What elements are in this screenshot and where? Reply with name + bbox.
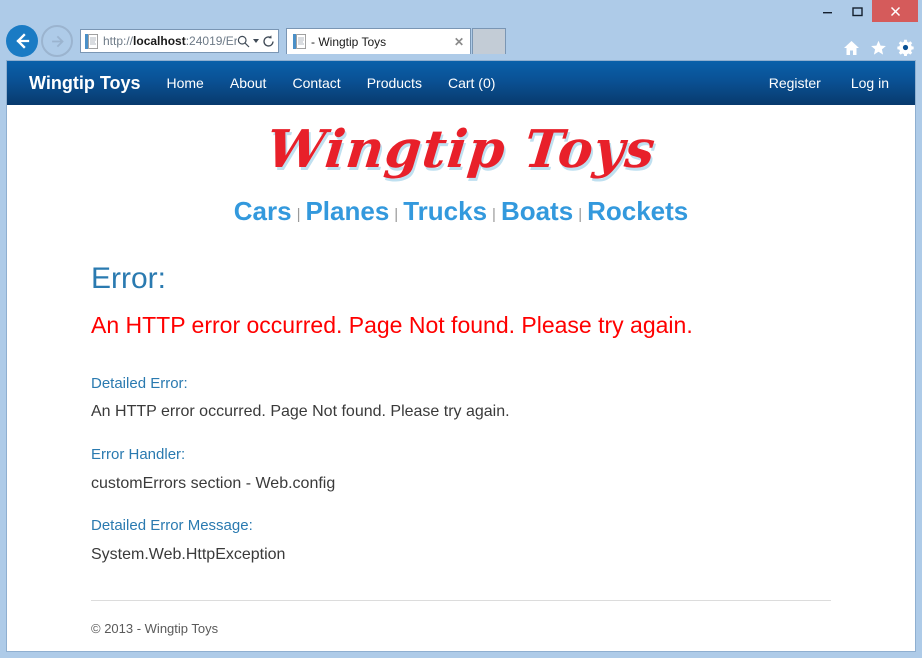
nav-link-register[interactable]: Register bbox=[769, 75, 821, 91]
browser-toolbar-icons bbox=[843, 39, 914, 56]
detailed-error-message-label: Detailed Error Message: bbox=[91, 516, 831, 536]
favorites-star-icon[interactable] bbox=[870, 40, 887, 56]
window-caption-buttons bbox=[812, 0, 918, 22]
back-arrow-icon[interactable] bbox=[6, 25, 38, 57]
nav-link-about[interactable]: About bbox=[230, 75, 267, 91]
nav-link-home[interactable]: Home bbox=[167, 75, 204, 91]
page-icon bbox=[85, 34, 98, 49]
error-handler-value: customErrors section - Web.config bbox=[91, 474, 831, 495]
category-link-cars[interactable]: Cars bbox=[234, 196, 292, 227]
tab-close-icon[interactable]: ✕ bbox=[452, 36, 466, 48]
nav-link-login[interactable]: Log in bbox=[851, 75, 889, 91]
error-content: Error: An HTTP error occurred. Page Not … bbox=[7, 227, 915, 636]
error-message: An HTTP error occurred. Page Not found. … bbox=[91, 311, 831, 340]
address-bar-icons bbox=[237, 35, 275, 48]
browser-toolbar: http://localhost:24019/Err bbox=[0, 22, 922, 60]
url-suffix: :24019/Err bbox=[186, 34, 237, 48]
tab-strip: - Wingtip Toys ✕ bbox=[286, 22, 506, 60]
new-tab-button[interactable] bbox=[472, 28, 506, 54]
detailed-error-value: An HTTP error occurred. Page Not found. … bbox=[91, 402, 831, 423]
url-text: http://localhost:24019/Err bbox=[103, 34, 237, 48]
category-link-boats[interactable]: Boats bbox=[501, 196, 573, 227]
chevron-down-icon[interactable] bbox=[253, 39, 259, 43]
category-link-planes[interactable]: Planes bbox=[305, 196, 389, 227]
title-bar bbox=[0, 0, 922, 22]
category-separator: | bbox=[389, 206, 403, 223]
address-bar[interactable]: http://localhost:24019/Err bbox=[80, 29, 279, 53]
footer-divider bbox=[91, 600, 831, 601]
home-icon[interactable] bbox=[843, 40, 860, 56]
category-link-rockets[interactable]: Rockets bbox=[587, 196, 688, 227]
page-icon bbox=[293, 34, 306, 49]
error-handler-label: Error Handler: bbox=[91, 445, 831, 465]
category-separator: | bbox=[292, 206, 306, 223]
copyright-text: © 2013 - Wingtip Toys bbox=[91, 621, 831, 636]
category-separator: | bbox=[573, 206, 587, 223]
site-nav-account-links: Register Log in bbox=[769, 75, 889, 91]
site-brand[interactable]: Wingtip Toys bbox=[29, 73, 141, 94]
wingtip-toys-logo: Wingtip Toys bbox=[264, 119, 659, 180]
category-link-trucks[interactable]: Trucks bbox=[403, 196, 487, 227]
url-prefix: http:// bbox=[103, 34, 133, 48]
detailed-error-message-value: System.Web.HttpException bbox=[91, 545, 831, 566]
category-links: Cars | Planes | Trucks | Boats | Rockets bbox=[7, 196, 915, 227]
logo-container: Wingtip Toys bbox=[7, 105, 915, 180]
nav-link-contact[interactable]: Contact bbox=[292, 75, 340, 91]
browser-window: http://localhost:24019/Err bbox=[0, 0, 922, 658]
search-icon[interactable] bbox=[237, 35, 250, 48]
category-separator: | bbox=[487, 206, 501, 223]
error-heading: Error: bbox=[91, 261, 831, 297]
page-content: Wingtip Toys Cars | Planes | Trucks | Bo… bbox=[7, 105, 915, 636]
refresh-icon[interactable] bbox=[262, 35, 275, 48]
nav-link-products[interactable]: Products bbox=[367, 75, 422, 91]
site-nav-links: Home About Contact Products Cart (0) bbox=[167, 75, 496, 91]
detailed-error-label: Detailed Error: bbox=[91, 374, 831, 394]
url-host: localhost bbox=[133, 34, 186, 48]
nav-link-cart[interactable]: Cart (0) bbox=[448, 75, 495, 91]
tab-title: - Wingtip Toys bbox=[311, 35, 452, 49]
forward-arrow-icon[interactable] bbox=[41, 25, 73, 57]
close-icon[interactable] bbox=[872, 0, 918, 22]
settings-gear-icon[interactable] bbox=[897, 39, 914, 56]
maximize-icon[interactable] bbox=[842, 0, 872, 22]
browser-tab[interactable]: - Wingtip Toys ✕ bbox=[286, 28, 471, 54]
page-viewport: Wingtip Toys Home About Contact Products… bbox=[6, 60, 916, 652]
site-navigation-bar: Wingtip Toys Home About Contact Products… bbox=[7, 61, 915, 105]
minimize-icon[interactable] bbox=[812, 0, 842, 22]
